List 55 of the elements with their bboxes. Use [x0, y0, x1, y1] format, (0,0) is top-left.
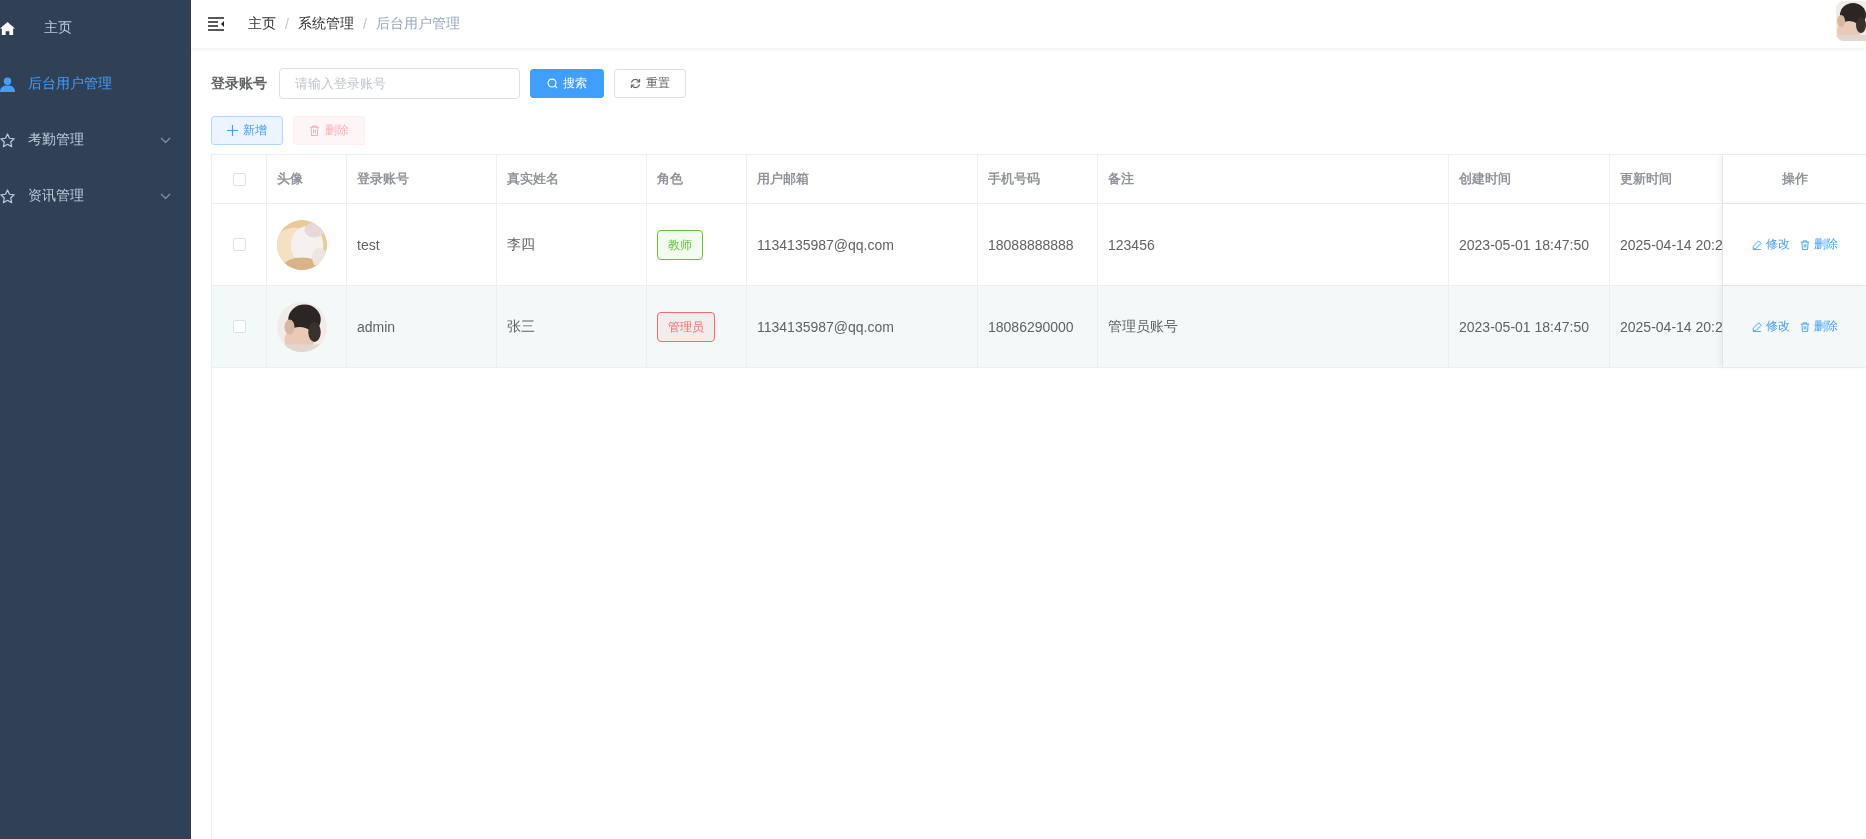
- star-icon: [0, 132, 15, 148]
- table-cell: 2025-04-14 20:2: [1620, 318, 1722, 335]
- reset-button[interactable]: 重置: [614, 69, 686, 98]
- checkbox[interactable]: [232, 172, 246, 186]
- table-row[interactable]: test 李四 教师 1134135987@qq.com 18088888888 123456 2023-05-01 18:47:50 2025-04-14 20:2 修改 删除: [212, 204, 1866, 286]
- column-header: 创建时间: [1459, 170, 1511, 188]
- breadcrumb-separator: /: [362, 16, 367, 32]
- table-cell: 1134135987@qq.com: [757, 236, 894, 253]
- column-header: 操作: [1781, 170, 1808, 188]
- search-field[interactable]: 请输入登录账号: [279, 68, 520, 99]
- column-header: 手机号码: [988, 170, 1040, 188]
- pencil-icon: [1751, 239, 1762, 250]
- column-header: 登录账号: [357, 170, 409, 188]
- table-cell: admin: [357, 318, 396, 335]
- table-cell: 2025-04-14 20:2: [1620, 236, 1722, 253]
- breadcrumb-link[interactable]: 系统管理: [297, 15, 354, 33]
- sidebar-item[interactable]: 考勤管理: [0, 112, 191, 168]
- trash-icon: [1799, 239, 1810, 250]
- sidebar-item[interactable]: 资讯管理: [0, 168, 191, 224]
- table-cell: 管理员账号: [1108, 317, 1178, 336]
- column-header: 真实姓名: [507, 170, 559, 188]
- table-cell: 2023-05-01 18:47:50: [1459, 318, 1589, 335]
- column-header: 头像: [277, 170, 303, 188]
- role-tag: 管理员: [657, 311, 715, 342]
- trash-icon: [309, 125, 320, 136]
- table-cell: 李四: [507, 235, 535, 254]
- table-cell: 123456: [1108, 236, 1155, 253]
- star-icon: [0, 188, 15, 204]
- column-header: 更新时间: [1620, 170, 1672, 188]
- column-header: 角色: [657, 170, 683, 188]
- pencil-icon: [1751, 321, 1762, 332]
- breadcrumb-separator: /: [285, 16, 289, 32]
- checkbox[interactable]: [232, 320, 246, 333]
- user-icon: [0, 76, 15, 92]
- table-cell: 2023-05-01 18:47:50: [1459, 236, 1589, 253]
- plus-icon: [227, 125, 238, 136]
- table-cell: test: [357, 236, 380, 253]
- sidebar-item[interactable]: 后台用户管理: [0, 56, 191, 112]
- field-label: 登录账号: [211, 74, 267, 93]
- column-header: 备注: [1108, 170, 1134, 188]
- table-cell: 18086290000: [988, 318, 1074, 335]
- home-icon: [0, 20, 15, 36]
- column-header: 用户邮箱: [757, 170, 809, 188]
- sidebar-item[interactable]: 主页: [0, 0, 191, 56]
- breadcrumb-link[interactable]: 主页: [248, 15, 276, 33]
- table-cell: 1134135987@qq.com: [757, 318, 894, 335]
- trash-icon: [1799, 321, 1810, 332]
- table-cell: 张三: [507, 317, 535, 336]
- refresh-icon: [630, 78, 641, 89]
- search-icon: [547, 78, 558, 89]
- table-row[interactable]: admin 张三 管理员 1134135987@qq.com 18086290000 管理员账号 2023-05-01 18:47:50 2025-04-14 20:2 修改 删除: [212, 286, 1866, 368]
- role-tag: 教师: [657, 229, 703, 260]
- table-cell: 18088888888: [988, 236, 1074, 253]
- checkbox[interactable]: [232, 238, 246, 251]
- menu-icon[interactable]: [208, 17, 224, 31]
